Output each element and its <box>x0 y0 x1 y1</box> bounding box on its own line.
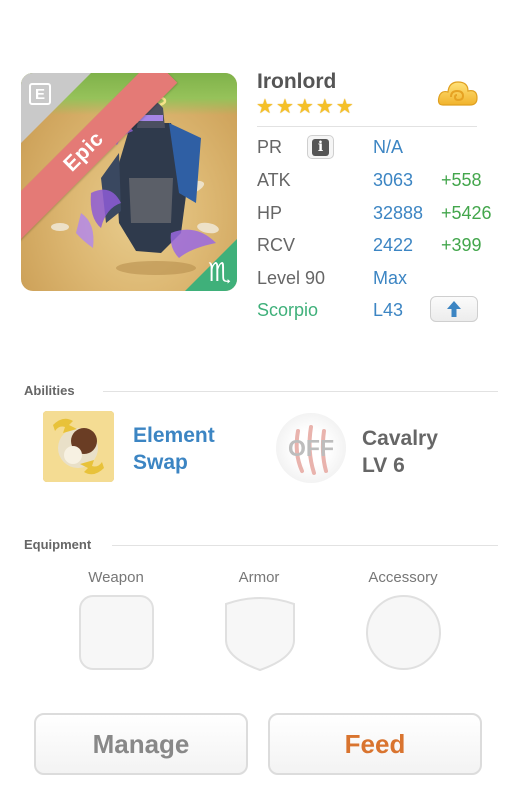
star-icon: ★ <box>315 96 334 118</box>
zodiac-upgrade-button[interactable] <box>430 296 478 322</box>
active-ability-line1: Element <box>133 424 215 447</box>
star-icon: ★ <box>295 96 314 118</box>
passive-ability-line2: LV 6 <box>362 454 405 477</box>
star-icon: ★ <box>275 96 294 118</box>
equipment-title: Equipment <box>24 537 92 552</box>
manage-button[interactable]: Manage <box>34 713 248 775</box>
unit-portrait[interactable]: E Epic ♏ <box>21 73 237 291</box>
info-icon: i <box>312 138 329 156</box>
accessory-slot[interactable] <box>366 595 441 670</box>
atk-bonus: +558 <box>441 170 482 190</box>
weapon-slot[interactable] <box>79 595 154 670</box>
level-value: Max <box>373 268 408 288</box>
cloud-icon[interactable] <box>437 77 479 113</box>
element-swap-icon[interactable] <box>43 411 114 482</box>
level-label: Level 90 <box>257 268 326 288</box>
hp-value: 32888 <box>373 203 424 223</box>
star-icon: ★ <box>335 96 354 118</box>
ability-art <box>43 411 114 482</box>
zodiac-label: Scorpio <box>257 300 319 320</box>
active-ability-name[interactable]: Element Swap <box>133 422 253 476</box>
weapon-label: Weapon <box>88 569 144 586</box>
hp-label: HP <box>257 203 283 223</box>
header-divider <box>257 126 477 127</box>
passive-status-text: OFF <box>288 434 334 461</box>
equipment-type-icon: E <box>29 83 51 105</box>
rcv-value: 2422 <box>373 235 414 255</box>
passive-status-badge[interactable]: OFF <box>276 413 346 483</box>
passive-ability-line1: Cavalry <box>362 427 438 450</box>
scorpio-icon: ♏ <box>207 257 231 287</box>
star-icon: ★ <box>256 96 274 118</box>
armor-label: Armor <box>238 569 280 586</box>
zodiac-level: L43 <box>373 300 404 320</box>
atk-value: 3063 <box>373 170 414 190</box>
atk-label: ATK <box>257 170 291 190</box>
hp-bonus: +5426 <box>441 203 492 223</box>
unit-name: Ironlord <box>257 70 337 93</box>
abilities-title: Abilities <box>24 383 75 398</box>
feed-button[interactable]: Feed <box>268 713 482 775</box>
armor-slot[interactable] <box>222 594 298 672</box>
pr-value: N/A <box>373 137 404 157</box>
star-rating: ★ ★ ★ ★ ★ <box>256 97 354 117</box>
info-button[interactable]: i <box>307 135 334 159</box>
rcv-label: RCV <box>257 235 296 255</box>
equipment-divider <box>112 545 498 546</box>
accessory-label: Accessory <box>368 569 438 586</box>
passive-ability-name[interactable]: Cavalry LV 6 <box>362 425 438 479</box>
pr-label: PR <box>257 137 283 157</box>
rcv-bonus: +399 <box>441 235 482 255</box>
active-ability-line2: Swap <box>133 451 188 474</box>
abilities-divider <box>103 391 498 392</box>
arrow-up-icon <box>447 301 461 317</box>
